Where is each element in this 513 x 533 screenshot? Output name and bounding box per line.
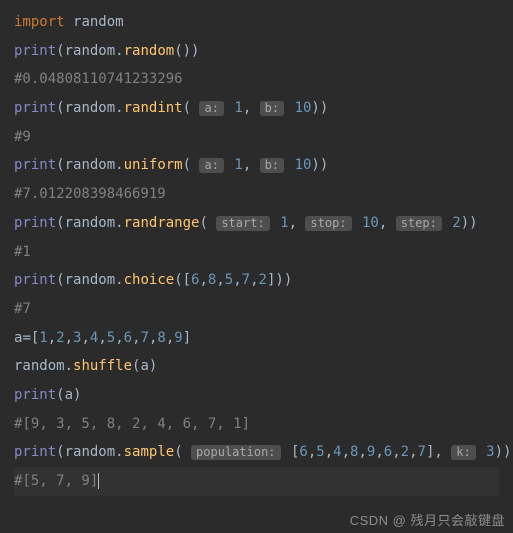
param-hint: population: [191, 445, 280, 460]
code-line: print(random.choice([6,8,5,7,2])) [14, 266, 499, 295]
output-comment: #0.04808110741233296 [14, 65, 499, 94]
param-hint: b: [260, 158, 284, 173]
code-line: print(a) [14, 381, 499, 410]
code-line: a=[1,2,3,4,5,6,7,8,9] [14, 324, 499, 353]
code-line: print(random.sample( population: [6,5,4,… [14, 438, 499, 467]
param-hint: b: [260, 101, 284, 116]
code-line: import random [14, 8, 499, 37]
module-name: random [73, 14, 124, 30]
code-line: print(random.randint( a: 1, b: 10)) [14, 94, 499, 123]
output-comment: #1 [14, 238, 499, 267]
code-line: print(random.randrange( start: 1, stop: … [14, 209, 499, 238]
keyword-import: import [14, 14, 65, 30]
output-comment: #9 [14, 123, 499, 152]
code-line: print(random.random()) [14, 37, 499, 66]
output-comment: #[5, 7, 9] [14, 473, 98, 489]
output-comment: #7.012208398466919 [14, 180, 499, 209]
builtin-print: print [14, 43, 56, 59]
param-hint: stop: [305, 216, 351, 231]
output-comment: #[9, 3, 5, 8, 2, 4, 6, 7, 1] [14, 410, 499, 439]
param-hint: start: [216, 216, 269, 231]
code-line: print(random.uniform( a: 1, b: 10)) [14, 151, 499, 180]
output-comment: #7 [14, 295, 499, 324]
param-hint: k: [451, 445, 475, 460]
param-hint: a: [199, 101, 223, 116]
code-line: random.shuffle(a) [14, 352, 499, 381]
param-hint: a: [199, 158, 223, 173]
code-block: import random print(random.random()) #0.… [0, 0, 513, 504]
param-hint: step: [396, 216, 442, 231]
watermark-text: CSDN @ 残月只会敲键盘 [350, 510, 505, 529]
code-line-active: #[5, 7, 9] [14, 467, 499, 496]
text-cursor [98, 473, 99, 489]
